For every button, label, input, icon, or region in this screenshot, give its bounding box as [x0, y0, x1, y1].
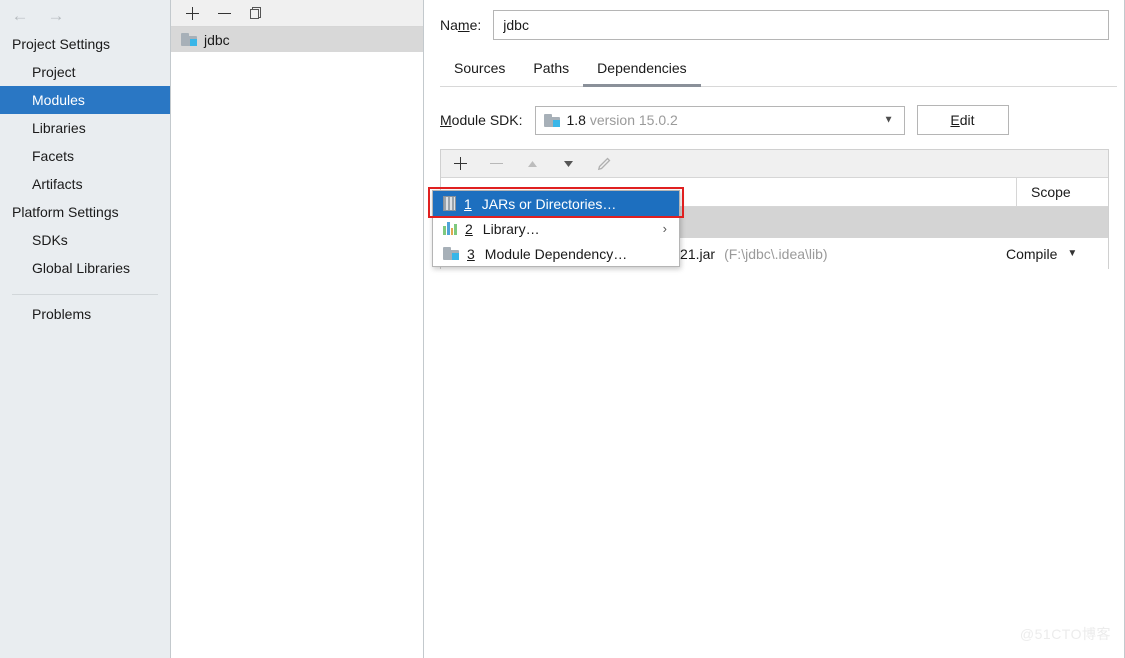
module-name-input[interactable] [493, 10, 1109, 40]
module-folder-icon [181, 33, 197, 46]
dependency-jar-path: (F:\jdbc\.idea\lib) [724, 245, 828, 262]
sdk-folder-icon [543, 113, 560, 127]
chevron-down-icon: ▼ [1067, 248, 1078, 259]
arrow-right-icon[interactable]: → [46, 7, 66, 24]
module-list-item-jdbc[interactable]: jdbc [171, 27, 423, 52]
menu-item-label: Module Dependency… [484, 245, 628, 262]
module-sdk-label: Module SDK: [440, 112, 523, 128]
module-folder-icon [443, 247, 459, 260]
sidebar-item-libraries[interactable]: Libraries [0, 114, 170, 142]
settings-sidebar: ← → Project Settings Project Modules Lib… [0, 0, 171, 658]
module-sdk-version-suffix: version 15.0.2 [589, 112, 678, 128]
sidebar-item-project[interactable]: Project [0, 58, 170, 86]
move-up-button[interactable] [523, 155, 541, 173]
copy-module-button[interactable] [247, 4, 265, 22]
sidebar-group-project-settings: Project Settings [12, 36, 111, 52]
move-down-button[interactable] [559, 155, 577, 173]
project-structure-dialog: ← → Project Settings Project Modules Lib… [0, 0, 1125, 658]
sidebar-item-sdks[interactable]: SDKs [0, 226, 170, 254]
tab-paths[interactable]: Paths [519, 54, 583, 87]
add-module-button[interactable] [183, 4, 201, 22]
sidebar-item-global-libraries[interactable]: Global Libraries [0, 254, 170, 282]
menu-item-module-dependency[interactable]: 3 Module Dependency… [433, 241, 679, 266]
edit-sdk-button[interactable]: Edit [916, 105, 1009, 135]
arrow-left-icon[interactable]: ← [10, 7, 30, 24]
dependency-scope-value: Compile [1006, 245, 1058, 262]
menu-item-mnemonic: 1 [464, 195, 472, 212]
menu-item-mnemonic: 3 [467, 245, 475, 262]
module-tabs: Sources Paths Dependencies [440, 54, 1117, 87]
library-icon [443, 222, 457, 235]
tab-sources[interactable]: Sources [440, 54, 519, 87]
module-detail-pane: Name: Sources Paths Dependencies Module … [424, 0, 1125, 658]
chevron-right-icon: › [662, 221, 667, 236]
sidebar-item-artifacts[interactable]: Artifacts [0, 170, 170, 198]
sidebar-item-modules[interactable]: Modules [0, 86, 170, 114]
module-sdk-combo[interactable]: 1.8 version 15.0.2 ▼ [534, 105, 905, 135]
column-header-scope: Scope [1016, 178, 1108, 206]
sidebar-group-platform-settings: Platform Settings [12, 204, 119, 220]
watermark: @51CTO博客 [1019, 626, 1111, 642]
sidebar-item-facets[interactable]: Facets [0, 142, 170, 170]
module-sdk-row: Module SDK: 1.8 version 15.0.2 ▼ Edit [440, 105, 1109, 135]
jar-icon [443, 196, 456, 211]
remove-dependency-button[interactable] [487, 155, 505, 173]
dependencies-toolbar [441, 150, 1108, 178]
modules-toolbar [171, 0, 423, 27]
remove-module-button[interactable] [215, 4, 233, 22]
module-list-item-label: jdbc [204, 31, 230, 48]
menu-item-jars-or-directories[interactable]: 1 JARs or Directories… [433, 191, 679, 216]
module-name-label: Name: [440, 17, 482, 33]
menu-item-library[interactable]: 2 Library… › [433, 216, 679, 241]
menu-item-label: JARs or Directories… [481, 195, 617, 212]
add-dependency-popup-menu: 1 JARs or Directories… 2 Library… › 3 Mo… [432, 190, 680, 267]
menu-item-mnemonic: 2 [465, 220, 473, 237]
dependency-scope-dropdown[interactable]: Compile ▼ [998, 246, 1108, 262]
module-sdk-value: 1.8 version 15.0.2 [566, 112, 678, 128]
module-name-row: Name: [432, 0, 1117, 40]
add-dependency-button[interactable] [451, 155, 469, 173]
chevron-down-icon: ▼ [883, 114, 894, 126]
edit-dependency-button[interactable] [595, 155, 613, 173]
modules-pane: jdbc [171, 0, 424, 658]
menu-item-label: Library… [482, 220, 540, 237]
tab-dependencies[interactable]: Dependencies [583, 54, 701, 87]
navigation-arrows: ← → [0, 0, 170, 30]
sidebar-item-problems[interactable]: Problems [0, 295, 170, 328]
